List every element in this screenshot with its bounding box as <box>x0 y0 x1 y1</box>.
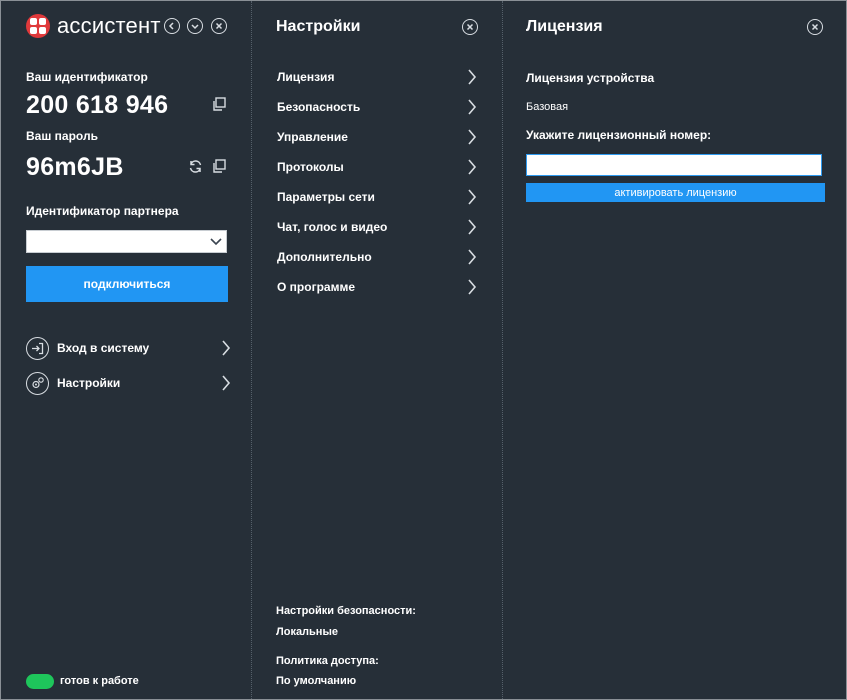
close-icon[interactable] <box>462 19 478 35</box>
chevron-right-icon <box>467 98 477 116</box>
chevron-down-icon[interactable] <box>209 235 223 249</box>
chevron-right-icon <box>467 248 477 266</box>
license-number-input[interactable] <box>527 156 821 174</box>
id-value: 200 618 946 <box>26 91 168 120</box>
chevron-right-icon <box>221 374 231 392</box>
login-icon <box>26 337 49 360</box>
settings-item-label: Чат, голос и видео <box>277 220 387 234</box>
settings-item-network[interactable]: Параметры сети <box>277 187 477 207</box>
chevron-right-icon <box>467 68 477 86</box>
minimize-icon[interactable] <box>187 18 203 34</box>
copy-id-icon[interactable] <box>212 97 226 111</box>
license-number-field[interactable] <box>526 154 822 176</box>
access-policy-label: Политика доступа: <box>276 655 379 667</box>
settings-item-management[interactable]: Управление <box>277 127 477 147</box>
settings-item-label: Лицензия <box>277 70 334 84</box>
settings-item-chat[interactable]: Чат, голос и видео <box>277 217 477 237</box>
chevron-right-icon <box>467 218 477 236</box>
license-panel: Лицензия Лицензия устройства Базовая Ука… <box>503 1 846 699</box>
security-settings-value: Локальные <box>276 626 338 638</box>
copy-password-icon[interactable] <box>212 159 226 173</box>
settings-item-label: Параметры сети <box>277 190 375 204</box>
settings-item-label: О программе <box>277 280 355 294</box>
password-label: Ваш пароль <box>26 129 98 143</box>
close-icon[interactable] <box>807 19 823 35</box>
nav-settings-label: Настройки <box>57 376 221 390</box>
chevron-right-icon <box>221 339 231 357</box>
password-value: 96m6JB <box>26 153 124 182</box>
gears-icon <box>26 372 49 395</box>
device-license-label: Лицензия устройства <box>526 71 654 85</box>
access-policy-value: По умолчанию <box>276 675 356 687</box>
chevron-right-icon <box>467 188 477 206</box>
settings-item-label: Протоколы <box>277 160 344 174</box>
status-indicator <box>26 674 54 689</box>
settings-item-label: Управление <box>277 130 348 144</box>
settings-panel: Настройки Лицензия Безопасность Управлен… <box>252 1 502 699</box>
back-icon[interactable] <box>164 18 180 34</box>
chevron-right-icon <box>467 158 477 176</box>
refresh-icon[interactable] <box>188 159 203 174</box>
app-window: ассистент Ваш идентификатор 200 618 946 … <box>0 0 847 700</box>
nav-settings[interactable]: Настройки <box>26 370 231 396</box>
settings-item-security[interactable]: Безопасность <box>277 97 477 117</box>
close-icon[interactable] <box>211 18 227 34</box>
license-number-label: Укажите лицензионный номер: <box>526 128 711 142</box>
partner-label: Идентификатор партнера <box>26 204 179 218</box>
settings-item-license[interactable]: Лицензия <box>277 67 477 87</box>
app-title: ассистент <box>57 13 161 39</box>
partner-id-input[interactable] <box>27 231 210 252</box>
chevron-right-icon <box>467 278 477 296</box>
activate-license-button[interactable]: активировать лицензию <box>526 183 825 202</box>
settings-item-about[interactable]: О программе <box>277 277 477 297</box>
settings-title: Настройки <box>276 18 360 36</box>
connect-button[interactable]: подключиться <box>26 266 228 302</box>
license-title: Лицензия <box>526 18 603 36</box>
settings-item-protocols[interactable]: Протоколы <box>277 157 477 177</box>
nav-login-label: Вход в систему <box>57 341 221 355</box>
id-label: Ваш идентификатор <box>26 70 148 84</box>
partner-id-field[interactable] <box>26 230 227 253</box>
status-text: готов к работе <box>60 675 139 687</box>
app-logo <box>26 14 50 38</box>
chevron-right-icon <box>467 128 477 146</box>
main-panel: ассистент Ваш идентификатор 200 618 946 … <box>1 1 251 699</box>
settings-item-label: Безопасность <box>277 100 360 114</box>
security-settings-label: Настройки безопасности: <box>276 605 416 617</box>
device-license-value: Базовая <box>526 101 568 113</box>
settings-item-advanced[interactable]: Дополнительно <box>277 247 477 267</box>
nav-login[interactable]: Вход в систему <box>26 335 231 361</box>
settings-item-label: Дополнительно <box>277 250 372 264</box>
